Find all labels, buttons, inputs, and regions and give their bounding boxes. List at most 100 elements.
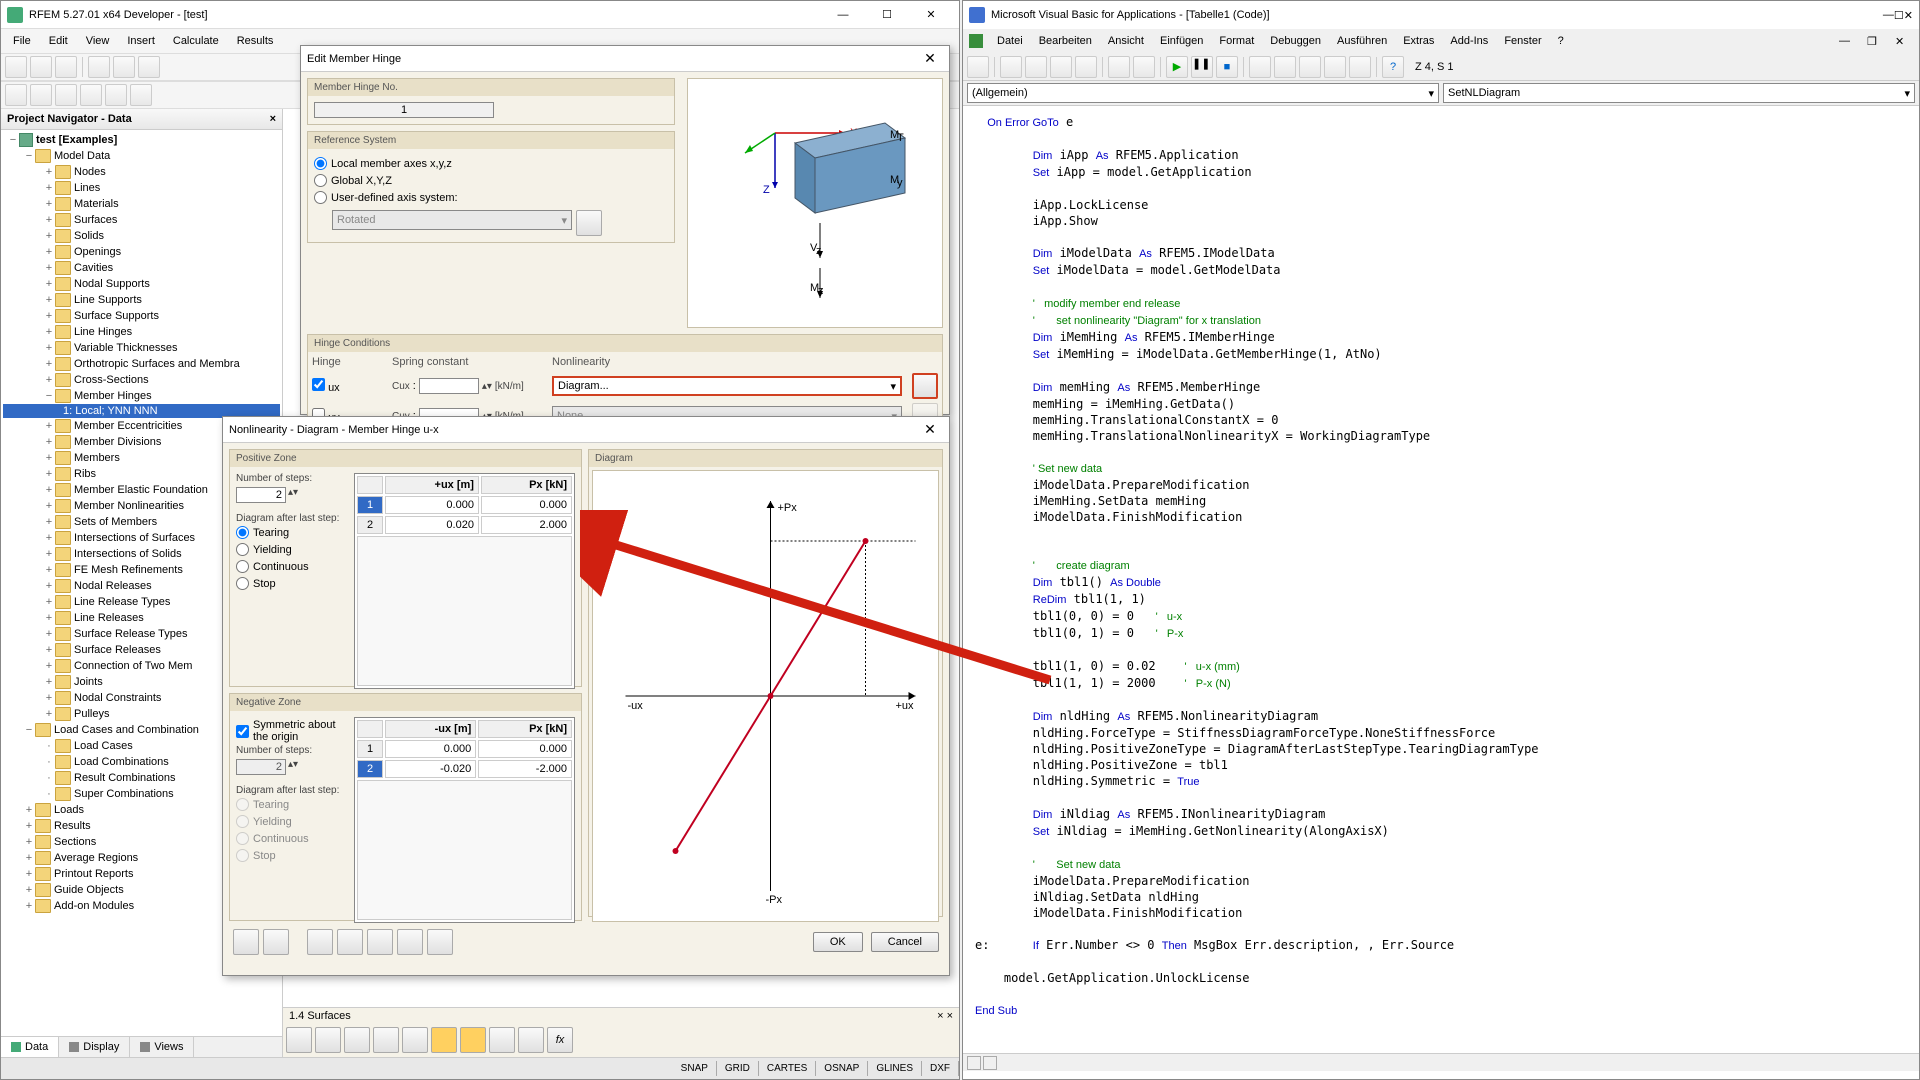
menu-extras[interactable]: Extras bbox=[1397, 32, 1440, 50]
rs-user-radio[interactable] bbox=[314, 191, 327, 204]
tbl-btn-9[interactable] bbox=[518, 1027, 544, 1053]
tree-item[interactable]: +Openings bbox=[3, 244, 280, 260]
tree-item[interactable]: +Surface Supports bbox=[3, 308, 280, 324]
menu-datei[interactable]: Datei bbox=[991, 32, 1029, 50]
nl-dialog-title[interactable]: Nonlinearity - Diagram - Member Hinge u-… bbox=[223, 417, 949, 443]
tool-line[interactable] bbox=[5, 84, 27, 106]
menu-insert[interactable]: Insert bbox=[119, 32, 163, 50]
tool-redo[interactable] bbox=[138, 56, 160, 78]
nl-tool-6[interactable] bbox=[397, 929, 423, 955]
close-icon[interactable]: ✕ bbox=[917, 421, 943, 438]
nav-tab-data[interactable]: Data bbox=[1, 1037, 59, 1057]
nl-tool-3[interactable] bbox=[307, 929, 333, 955]
vba-view-full-icon[interactable] bbox=[967, 1056, 981, 1070]
tbl-btn-4[interactable] bbox=[373, 1027, 399, 1053]
tree-item[interactable]: +Cavities bbox=[3, 260, 280, 276]
nonlinearity-ux-combo[interactable]: Diagram...▾ bbox=[552, 376, 902, 396]
tbl-btn-3[interactable] bbox=[344, 1027, 370, 1053]
mdi-close[interactable]: ✕ bbox=[1889, 32, 1913, 51]
tool-support[interactable] bbox=[130, 84, 152, 106]
tool-surface[interactable] bbox=[80, 84, 102, 106]
vba-tool-browser[interactable] bbox=[1324, 56, 1346, 78]
vba-proc-combo[interactable]: SetNLDiagram▾ bbox=[1443, 83, 1915, 103]
ok-button[interactable]: OK bbox=[813, 932, 863, 952]
status-osnap[interactable]: OSNAP bbox=[816, 1061, 868, 1076]
vba-scrollbar-bottom[interactable] bbox=[963, 1053, 1919, 1071]
nl-tool-1[interactable] bbox=[233, 929, 259, 955]
tool-save[interactable] bbox=[55, 56, 77, 78]
tool-new[interactable] bbox=[5, 56, 27, 78]
nav-close-icon[interactable]: × bbox=[270, 113, 276, 125]
tree-item[interactable]: −Member Hinges bbox=[3, 388, 280, 404]
menu-einfuegen[interactable]: Einfügen bbox=[1154, 32, 1209, 50]
menu-view[interactable]: View bbox=[78, 32, 118, 50]
menu-file[interactable]: File bbox=[5, 32, 39, 50]
tree-model-data[interactable]: −Model Data bbox=[3, 148, 280, 164]
vba-tool-undo[interactable] bbox=[1108, 56, 1130, 78]
menu-format[interactable]: Format bbox=[1213, 32, 1260, 50]
vba-reset-button[interactable]: ■ bbox=[1216, 56, 1238, 78]
ux-checkbox[interactable] bbox=[312, 378, 325, 391]
cancel-button[interactable]: Cancel bbox=[871, 932, 939, 952]
menu-ansicht[interactable]: Ansicht bbox=[1102, 32, 1150, 50]
tree-item[interactable]: +Materials bbox=[3, 196, 280, 212]
nl-tool-7[interactable] bbox=[427, 929, 453, 955]
menu-calculate[interactable]: Calculate bbox=[165, 32, 227, 50]
hinge-number-input[interactable] bbox=[314, 102, 494, 118]
pos-steps-input[interactable] bbox=[236, 487, 286, 503]
nav-tab-views[interactable]: Views bbox=[130, 1037, 194, 1057]
vba-tool-paste[interactable] bbox=[1050, 56, 1072, 78]
menu-ausfuehren[interactable]: Ausführen bbox=[1331, 32, 1393, 50]
status-cartes[interactable]: CARTES bbox=[759, 1061, 816, 1076]
negative-zone-table[interactable]: -ux [m]Px [kN] 10.0000.000 2-0.020-2.000 bbox=[354, 717, 575, 923]
tree-item[interactable]: +Orthotropic Surfaces and Membra bbox=[3, 356, 280, 372]
tree-item[interactable]: +Nodes bbox=[3, 164, 280, 180]
nl-tool-4[interactable] bbox=[337, 929, 363, 955]
pos-stop-radio[interactable] bbox=[236, 577, 249, 590]
dlg-edit-hinge-title[interactable]: Edit Member Hinge ✕ bbox=[301, 46, 949, 72]
tool-solid[interactable] bbox=[105, 84, 127, 106]
tool-undo[interactable] bbox=[113, 56, 135, 78]
vba-tool-redo[interactable] bbox=[1133, 56, 1155, 78]
tbl-btn-1[interactable] bbox=[286, 1027, 312, 1053]
tbl-btn-2[interactable] bbox=[315, 1027, 341, 1053]
cux-input[interactable] bbox=[419, 378, 479, 394]
maximize-button[interactable]: ☐ bbox=[1894, 9, 1904, 22]
maximize-button[interactable]: ☐ bbox=[865, 1, 909, 29]
spinner-icon[interactable]: ▴▾ bbox=[288, 487, 298, 503]
rs-global-radio[interactable] bbox=[314, 174, 327, 187]
menu-addins[interactable]: Add-Ins bbox=[1444, 32, 1494, 50]
tbl-btn-6[interactable] bbox=[431, 1027, 457, 1053]
mdi-minimize[interactable]: — bbox=[1833, 32, 1857, 50]
positive-zone-table[interactable]: +ux [m]Px [kN] 10.0000.000 20.0202.000 bbox=[354, 473, 575, 689]
tbl-btn-fx[interactable]: fx bbox=[547, 1027, 573, 1053]
tool-open[interactable] bbox=[30, 56, 52, 78]
tree-item[interactable]: +Line Hinges bbox=[3, 324, 280, 340]
nl-tool-2[interactable] bbox=[263, 929, 289, 955]
menu-fenster[interactable]: Fenster bbox=[1498, 32, 1547, 50]
table-tab-surfaces[interactable]: 1.4 Surfaces bbox=[289, 1010, 351, 1022]
status-dxf[interactable]: DXF bbox=[922, 1061, 959, 1076]
tree-item[interactable]: +Line Supports bbox=[3, 292, 280, 308]
rs-pick-button[interactable] bbox=[576, 210, 602, 236]
tbl-btn-7[interactable] bbox=[460, 1027, 486, 1053]
tree-item[interactable]: +Variable Thicknesses bbox=[3, 340, 280, 356]
close-icon[interactable]: ✕ bbox=[917, 50, 943, 67]
minimize-button[interactable]: — bbox=[821, 1, 865, 29]
tree-item[interactable]: +Surfaces bbox=[3, 212, 280, 228]
tree-root[interactable]: −test [Examples] bbox=[3, 132, 280, 148]
vba-tool-cut[interactable] bbox=[1000, 56, 1022, 78]
mdi-restore[interactable]: ❐ bbox=[1861, 32, 1885, 51]
tool-member[interactable] bbox=[55, 84, 77, 106]
close-button[interactable]: ✕ bbox=[1904, 9, 1913, 22]
vba-tool-project[interactable] bbox=[1274, 56, 1296, 78]
tbl-btn-8[interactable] bbox=[489, 1027, 515, 1053]
close-button[interactable]: ✕ bbox=[909, 1, 953, 29]
vba-tool-props[interactable] bbox=[1299, 56, 1321, 78]
menu-bearbeiten[interactable]: Bearbeiten bbox=[1033, 32, 1098, 50]
pos-yielding-radio[interactable] bbox=[236, 543, 249, 556]
tree-item[interactable]: +Solids bbox=[3, 228, 280, 244]
menu-results[interactable]: Results bbox=[229, 32, 282, 50]
nav-tab-display[interactable]: Display bbox=[59, 1037, 130, 1057]
status-glines[interactable]: GLINES bbox=[868, 1061, 922, 1076]
